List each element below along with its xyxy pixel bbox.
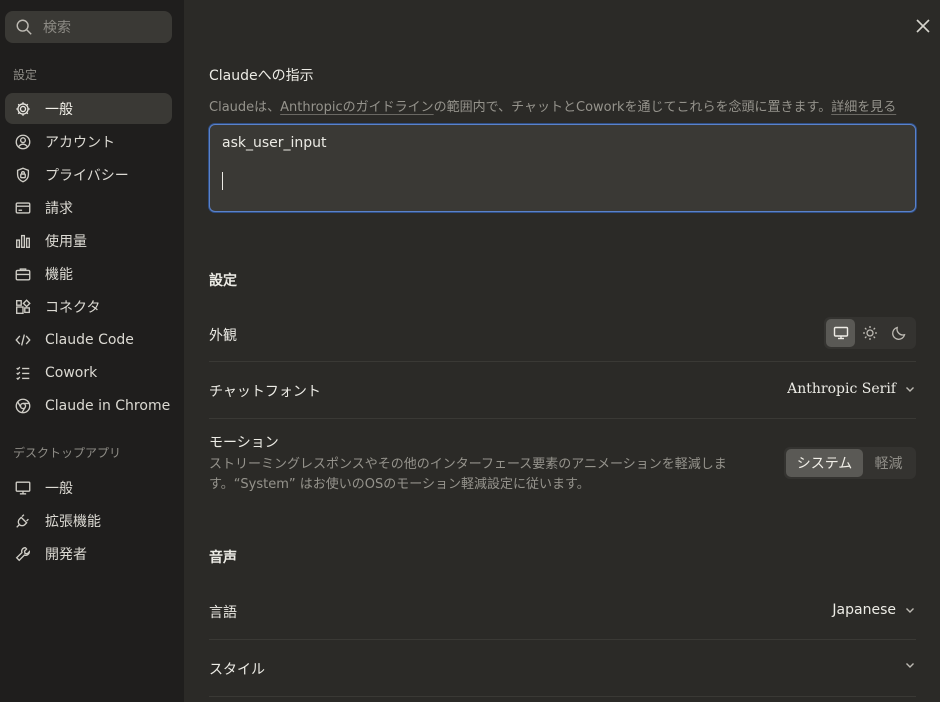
settings-main: Claudeへの指示 Claudeは、Anthropicのガイドラインの範囲内で…	[184, 0, 940, 702]
appearance-light-option[interactable]	[855, 319, 884, 347]
bar-chart-icon	[16, 234, 30, 248]
sidebar-item-label: Claude Code	[45, 331, 134, 348]
sidebar-item-label: 請求	[45, 200, 73, 217]
motion-label: モーション	[209, 435, 279, 451]
language-dropdown[interactable]: Japanese	[832, 602, 916, 618]
divider	[209, 639, 916, 640]
plug-icon	[16, 513, 29, 528]
user-circle-icon	[15, 134, 31, 149]
sidebar-item-account[interactable]: アカウント	[5, 126, 172, 157]
sidebar-item-label: 機能	[45, 266, 73, 283]
monitor-icon	[833, 326, 848, 340]
settings-section-title: 設定	[209, 273, 237, 289]
style-label: スタイル	[209, 662, 265, 678]
sidebar-item-label: コネクタ	[45, 299, 101, 316]
sidebar-item-label: 使用量	[45, 233, 87, 250]
monitor-icon	[15, 480, 31, 495]
sidebar-item-label: 一般	[45, 480, 73, 497]
divider	[209, 418, 916, 419]
connector-icon	[16, 298, 31, 314]
language-value: Japanese	[832, 602, 896, 618]
shield-lock-icon	[16, 167, 30, 182]
appearance-label: 外観	[209, 328, 237, 344]
motion-description: ストリーミングレスポンスやその他のインターフェース要素のアニメーションを軽減しま…	[209, 457, 727, 492]
motion-system-option[interactable]: システム	[786, 449, 863, 477]
sidebar-item-label: Claude in Chrome	[45, 397, 171, 414]
sidebar-item-features[interactable]: 機能	[5, 258, 172, 289]
sidebar-item-claude-code[interactable]: Claude Code	[5, 324, 172, 355]
code-icon	[15, 333, 31, 346]
sidebar-item-general[interactable]: 一般	[5, 93, 172, 124]
sidebar-item-label: アカウント	[45, 134, 115, 151]
sidebar-item-extensions[interactable]: 拡張機能	[5, 505, 172, 536]
sidebar-item-label: 一般	[45, 101, 73, 118]
sidebar: 検索 設定 一般 アカウント プライバシー 請求 使用量 機能 コネクタ Cla…	[0, 0, 184, 702]
instructions-textarea[interactable]: ask_user_input	[209, 124, 916, 212]
sidebar-item-privacy[interactable]: プライバシー	[5, 159, 172, 190]
sidebar-item-connectors[interactable]: コネクタ	[5, 291, 172, 322]
instructions-value: ask_user_input	[222, 135, 327, 151]
wrench-icon	[15, 546, 30, 561]
learn-more-link[interactable]: 詳細を見る	[831, 100, 896, 115]
instructions-description: Claudeは、Anthropicのガイドラインの範囲内で、チャットとCowor…	[209, 96, 896, 115]
search-icon	[16, 19, 32, 35]
sun-icon	[862, 326, 877, 340]
settings-section-label: 設定	[13, 68, 38, 82]
text-caret	[222, 172, 223, 190]
guidelines-link[interactable]: Anthropicのガイドライン	[280, 100, 434, 115]
chevron-down-icon	[906, 608, 914, 613]
chat-font-value: Anthropic Serif	[787, 381, 896, 397]
search-input[interactable]: 検索	[43, 17, 71, 37]
motion-toggle[interactable]: システム 軽減	[784, 447, 916, 479]
style-dropdown[interactable]	[896, 659, 916, 671]
chat-font-dropdown[interactable]: Anthropic Serif	[787, 381, 916, 397]
instructions-title: Claudeへの指示	[209, 68, 314, 84]
briefcase-icon	[15, 267, 31, 281]
motion-reduced-option[interactable]: 軽減	[863, 449, 914, 477]
sidebar-item-claude-in-chrome[interactable]: Claude in Chrome	[5, 390, 172, 421]
checklist-icon	[16, 366, 30, 380]
sidebar-item-label: Cowork	[45, 364, 98, 381]
globe-icon	[15, 398, 31, 413]
sidebar-item-billing[interactable]: 請求	[5, 192, 172, 223]
desktop-section-label: デスクトップアプリ	[13, 446, 122, 460]
appearance-system-option[interactable]	[826, 319, 855, 347]
sidebar-item-developer[interactable]: 開発者	[5, 538, 172, 569]
chevron-down-icon	[906, 387, 914, 392]
sidebar-item-usage[interactable]: 使用量	[5, 225, 172, 256]
voice-section-title: 音声	[209, 550, 237, 566]
sidebar-item-cowork[interactable]: Cowork	[5, 357, 172, 388]
language-label: 言語	[209, 605, 237, 621]
sidebar-item-label: 開発者	[45, 546, 87, 563]
gear-icon	[16, 101, 30, 116]
appearance-toggle[interactable]	[824, 317, 916, 349]
sidebar-item-desktop-general[interactable]: 一般	[5, 472, 172, 503]
credit-card-icon	[15, 201, 31, 214]
close-icon[interactable]	[914, 17, 932, 35]
chat-font-label: チャットフォント	[209, 384, 321, 400]
search-box[interactable]: 検索	[5, 11, 172, 43]
moon-icon	[891, 326, 905, 340]
divider	[209, 696, 916, 697]
chevron-down-icon	[906, 663, 914, 668]
desc-middle: の範囲内で、チャットとCoworkを通じてこれらを念頭に置きます。	[433, 100, 832, 115]
desc-prefix: Claudeは、	[209, 100, 281, 115]
divider	[209, 361, 916, 362]
sidebar-item-label: 拡張機能	[45, 513, 101, 530]
appearance-dark-option[interactable]	[884, 319, 913, 347]
sidebar-item-label: プライバシー	[45, 167, 129, 184]
